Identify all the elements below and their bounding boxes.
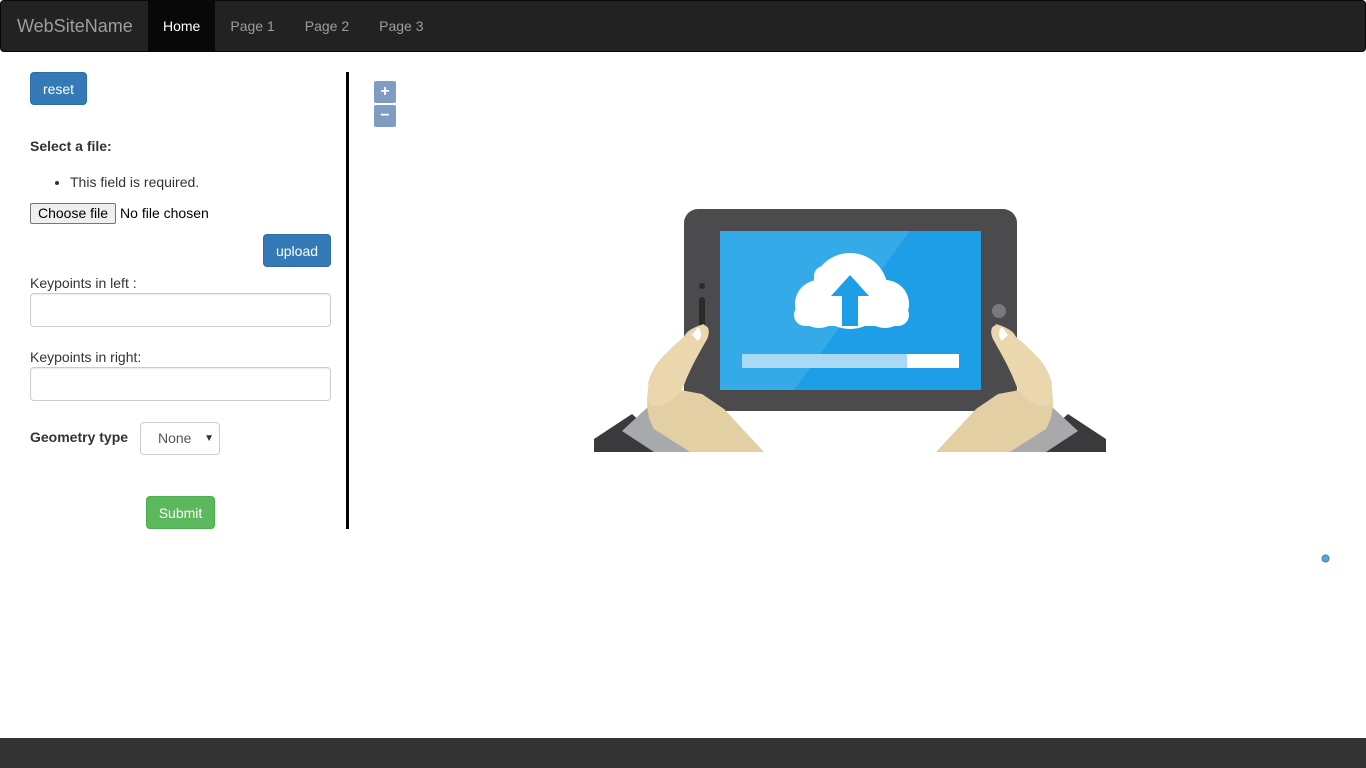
reset-button[interactable]: reset [30,72,87,105]
no-file-text: No file chosen [120,205,209,221]
nav-menu: Home Page 1 Page 2 Page 3 [148,1,438,51]
map-marker-dot-icon [1321,554,1330,563]
select-file-label: Select a file: [30,138,112,154]
file-input[interactable]: Choose file No file chosen [30,202,209,224]
zoom-out-icon[interactable]: − [374,105,396,127]
brand-link[interactable]: WebSiteName [17,1,133,51]
nav-item-page-3[interactable]: Page 3 [364,1,438,51]
zoom-in-icon[interactable]: + [374,81,396,103]
footer-bar [0,738,1366,768]
keypoints-left-input[interactable] [30,293,331,327]
geometry-type-select[interactable]: None ▼ [140,422,220,455]
nav-item-page-1[interactable]: Page 1 [215,1,289,51]
panel-divider [346,72,349,529]
keypoints-right-label: Keypoints in right: [30,349,142,365]
submit-button[interactable]: Submit [146,496,215,529]
upload-cloud-illustration [594,209,1106,455]
geometry-type-label: Geometry type [30,429,129,445]
nav-item-page-2[interactable]: Page 2 [290,1,364,51]
geometry-type-value: None [158,430,192,446]
keypoints-right-input[interactable] [30,367,331,401]
error-message: This field is required. [70,173,199,191]
error-list: This field is required. [30,173,199,191]
upload-button[interactable]: upload [263,234,331,267]
nav-item-home[interactable]: Home [148,1,216,51]
dropdown-arrow-icon: ▼ [204,433,214,444]
zoom-controls: + − [374,81,396,129]
choose-file-button[interactable]: Choose file [30,202,117,224]
keypoints-left-label: Keypoints in left : [30,275,137,291]
top-navbar: WebSiteName Home Page 1 Page 2 Page 3 [0,0,1366,52]
